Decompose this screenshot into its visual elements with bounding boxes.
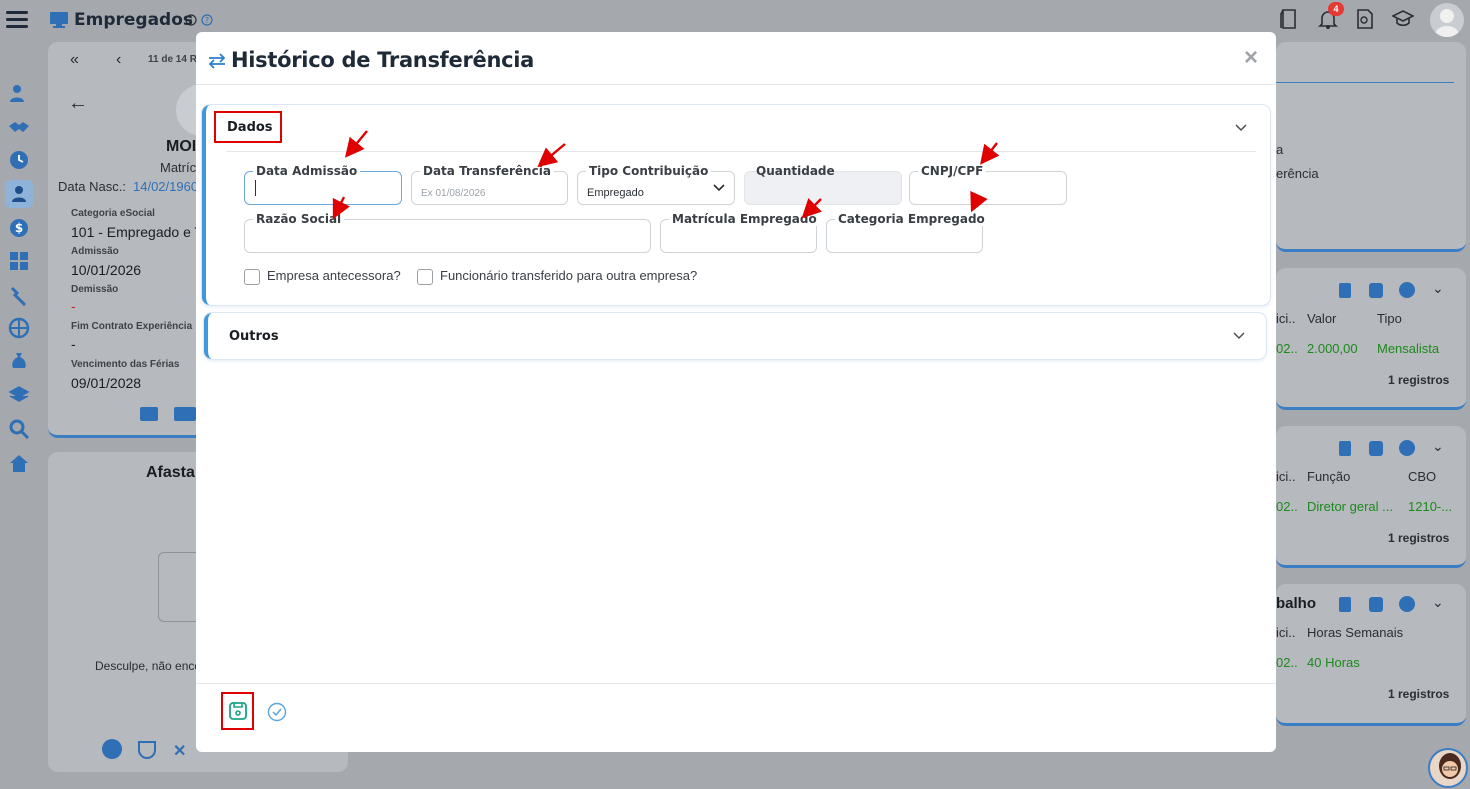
annotation-arrow bbox=[537, 143, 566, 168]
annotation-arrow bbox=[344, 130, 368, 158]
annotation-arrow bbox=[980, 142, 1000, 165]
annotation-arrows bbox=[332, 130, 1000, 220]
annotation-arrow bbox=[970, 190, 988, 213]
annotation-arrow bbox=[332, 196, 351, 220]
annotation-arrow bbox=[801, 198, 822, 219]
